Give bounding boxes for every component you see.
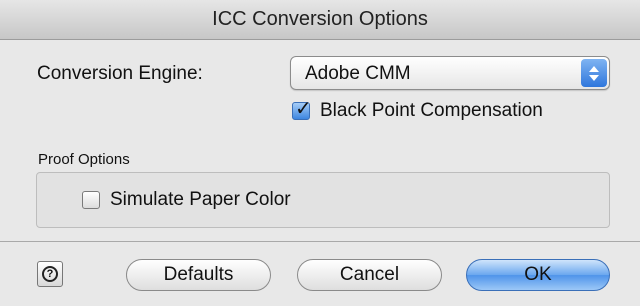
checkmark-icon: ✓ [295,98,312,120]
black-point-compensation-label[interactable]: Black Point Compensation [320,100,543,122]
cancel-button[interactable]: Cancel [297,259,442,291]
window-title: ICC Conversion Options [212,8,428,30]
black-point-compensation-checkbox[interactable]: ✓ [292,98,312,120]
up-down-arrows-icon [581,59,607,87]
help-icon: ? [42,266,58,282]
conversion-engine-value: Adobe CMM [305,63,411,84]
help-button[interactable]: ? [37,261,63,287]
proof-options-legend: Proof Options [38,151,130,168]
conversion-engine-label: Conversion Engine: [37,63,203,84]
ok-button[interactable]: OK [466,259,610,291]
ok-button-label: OK [524,264,552,285]
simulate-paper-color-label[interactable]: Simulate Paper Color [110,189,291,211]
defaults-button-label: Defaults [163,264,234,285]
window-titlebar: ICC Conversion Options [0,0,640,40]
conversion-engine-popup[interactable]: Adobe CMM [290,56,610,90]
cancel-button-label: Cancel [339,264,400,285]
simulate-paper-color-checkbox[interactable] [82,191,100,209]
separator [0,241,640,242]
defaults-button[interactable]: Defaults [126,259,271,291]
